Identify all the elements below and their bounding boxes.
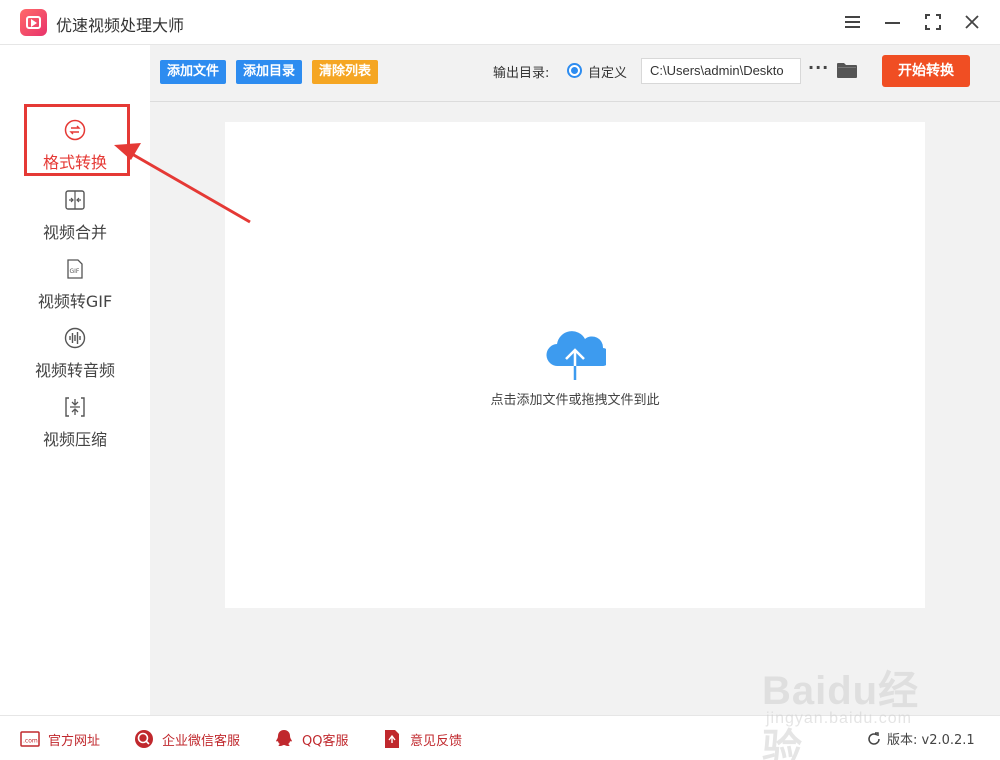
svg-text:GIF: GIF — [70, 268, 80, 275]
sidebar-item-video-to-gif[interactable]: GIF 视频转GIF — [0, 252, 150, 318]
wechat-service-link[interactable]: 企业微信客服 — [134, 728, 240, 750]
app-title: 优速视频处理大师 — [56, 16, 185, 35]
custom-dir-radio-label[interactable]: 自定义 — [588, 62, 627, 81]
file-drop-zone[interactable]: 点击添加文件或拖拽文件到此 — [225, 122, 925, 608]
start-convert-button[interactable]: 开始转换 — [882, 55, 970, 87]
minimize-icon[interactable] — [879, 8, 907, 36]
feedback-document-icon — [385, 730, 399, 748]
compress-icon — [65, 397, 85, 417]
output-path-field[interactable]: C:\Users\admin\Deskto — [641, 58, 801, 84]
sidebar-item-video-merge[interactable]: 视频合并 — [0, 183, 150, 249]
audio-wave-icon — [64, 327, 86, 349]
close-icon[interactable] — [958, 8, 986, 36]
sidebar-item-label: 视频压缩 — [42, 430, 107, 449]
wechat-service-label: 企业微信客服 — [162, 733, 241, 749]
main-area: 点击添加文件或拖拽文件到此 — [150, 102, 1000, 715]
clear-list-button[interactable]: 清除列表 — [312, 60, 379, 84]
annotation-highlight-box — [24, 104, 130, 176]
toolbar: 添加文件 添加目录 清除列表 输出目录: 自定义 C:\Users\admin\… — [150, 45, 1000, 102]
video-merge-icon — [65, 190, 85, 210]
sidebar-item-video-to-audio[interactable]: 视频转音频 — [0, 321, 150, 387]
feedback-link[interactable]: 意见反馈 — [382, 728, 462, 750]
cloud-upload-icon — [546, 331, 606, 380]
feedback-label: 意见反馈 — [410, 733, 463, 749]
version-info[interactable]: 版本: v2.0.2.1 — [866, 729, 975, 748]
title-bar: 优速视频处理大师 — [0, 0, 1000, 45]
sidebar-item-label: 视频转音频 — [34, 361, 115, 380]
official-website-link[interactable]: .com 官方网址 — [20, 728, 100, 750]
version-label: 版本: v2.0.2.1 — [887, 733, 975, 748]
footer: .com 官方网址 企业微信客服 QQ客服 意见反馈 版本: v2.0.2.1 — [0, 715, 1000, 760]
svg-text:.com: .com — [23, 738, 38, 745]
qq-icon — [276, 730, 292, 746]
gif-icon: GIF — [67, 259, 83, 279]
menu-icon[interactable] — [839, 8, 867, 36]
official-website-label: 官方网址 — [48, 733, 101, 749]
app-logo-icon — [20, 9, 47, 36]
output-dir-label: 输出目录: — [493, 66, 550, 81]
maximize-icon[interactable] — [919, 8, 947, 36]
sidebar-item-video-compress[interactable]: 视频压缩 — [0, 390, 150, 456]
refresh-icon — [868, 731, 880, 745]
sidebar-item-label: 视频合并 — [42, 223, 107, 242]
website-icon: .com — [20, 731, 40, 747]
qq-service-label: QQ客服 — [302, 733, 349, 749]
custom-dir-radio[interactable] — [567, 63, 582, 78]
more-options-icon[interactable]: ··· — [808, 58, 829, 77]
drop-hint-text: 点击添加文件或拖拽文件到此 — [490, 393, 660, 408]
wechat-icon — [135, 730, 153, 748]
add-file-button[interactable]: 添加文件 — [160, 60, 227, 84]
add-folder-button[interactable]: 添加目录 — [236, 60, 303, 84]
qq-service-link[interactable]: QQ客服 — [274, 728, 348, 750]
sidebar-item-label: 视频转GIF — [37, 292, 113, 311]
folder-icon[interactable] — [837, 62, 857, 78]
